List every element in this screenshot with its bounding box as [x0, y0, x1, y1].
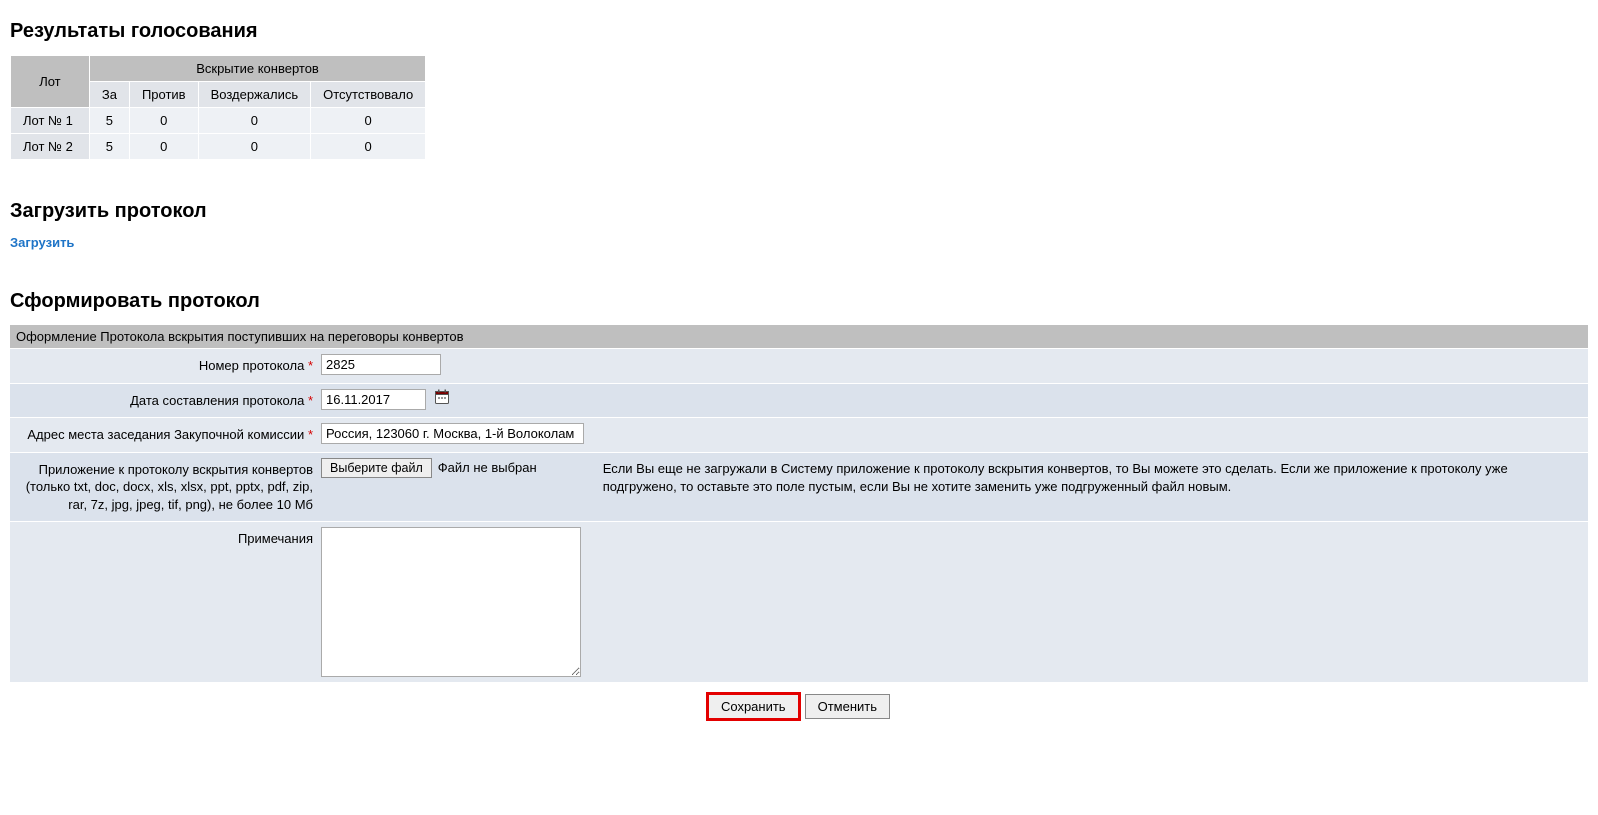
protocol-date-input[interactable]: [321, 389, 426, 410]
col-absent: Отсутствовало: [311, 82, 426, 108]
date-label: Дата составления протокола *: [16, 389, 321, 413]
upload-heading: Загрузить протокол: [10, 200, 1588, 223]
results-heading: Результаты голосования: [10, 20, 1588, 43]
file-status-text: Файл не выбран: [438, 458, 537, 475]
cell-for: 5: [89, 108, 129, 134]
form-heading: Сформировать протокол: [10, 290, 1588, 313]
table-row: Лот № 1 5 0 0 0: [11, 108, 426, 134]
col-abstain: Воздержались: [198, 82, 311, 108]
form-buttons: Сохранить Отменить: [10, 682, 1588, 723]
table-row: Лот № 2 5 0 0 0: [11, 134, 426, 160]
cell-against: 0: [129, 134, 198, 160]
protocol-number-input[interactable]: [321, 354, 441, 375]
cell-absent: 0: [311, 108, 426, 134]
save-button[interactable]: Сохранить: [708, 694, 799, 719]
notes-label: Примечания: [16, 527, 321, 551]
number-label: Номер протокола *: [16, 354, 321, 378]
cell-lot: Лот № 2: [11, 134, 90, 160]
attachment-label: Приложение к протоколу вскрытия конверто…: [16, 458, 321, 517]
col-lot: Лот: [11, 56, 90, 108]
address-input[interactable]: [321, 423, 584, 444]
attachment-help-text: Если Вы еще не загружали в Систему прило…: [543, 458, 1582, 496]
voting-results-table: Лот Вскрытие конвертов За Против Воздерж…: [10, 55, 426, 160]
cell-abstain: 0: [198, 134, 311, 160]
col-against: Против: [129, 82, 198, 108]
protocol-form: Оформление Протокола вскрытия поступивши…: [10, 325, 1588, 682]
notes-textarea[interactable]: [321, 527, 581, 677]
cancel-button[interactable]: Отменить: [805, 694, 890, 719]
col-for: За: [89, 82, 129, 108]
upload-link[interactable]: Загрузить: [10, 235, 74, 250]
cell-lot: Лот № 1: [11, 108, 90, 134]
form-header-bar: Оформление Протокола вскрытия поступивши…: [10, 325, 1588, 348]
calendar-icon[interactable]: [434, 389, 450, 405]
address-label: Адрес места заседания Закупочной комисси…: [16, 423, 321, 447]
cell-abstain: 0: [198, 108, 311, 134]
cell-absent: 0: [311, 134, 426, 160]
cell-against: 0: [129, 108, 198, 134]
choose-file-button[interactable]: Выберите файл: [321, 458, 432, 478]
col-group: Вскрытие конвертов: [89, 56, 425, 82]
cell-for: 5: [89, 134, 129, 160]
